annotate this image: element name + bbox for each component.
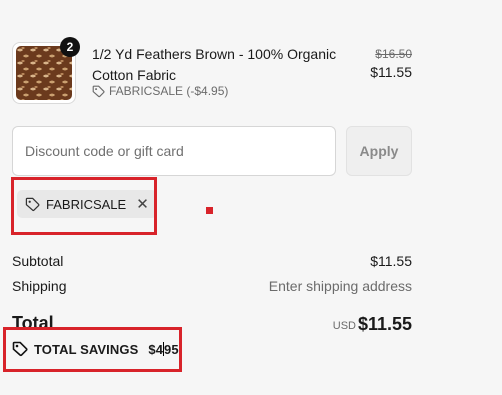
apply-button[interactable]: Apply: [346, 126, 412, 176]
currency-code: USD: [332, 320, 356, 332]
product-price: $11.55: [370, 64, 412, 80]
shipping-label: Shipping: [12, 278, 67, 294]
product-discount-label: FABRICSALE (-$4.95): [109, 84, 229, 98]
quantity-badge: 2: [60, 37, 80, 57]
tag-icon: [92, 85, 105, 97]
shipping-value: Enter shipping address: [268, 278, 412, 294]
highlight-marker: [206, 207, 213, 214]
subtotal-value: $11.55: [370, 253, 412, 269]
highlight-box-savings: [3, 327, 182, 372]
total-value: $11.55: [357, 314, 412, 334]
product-name: 1/2 Yd Feathers Brown - 100% Organic Cot…: [92, 46, 337, 83]
original-price: $16.50: [375, 47, 412, 61]
product-discount: FABRICSALE (-$4.95): [92, 84, 228, 98]
discount-code-input[interactable]: [12, 126, 336, 176]
subtotal-label: Subtotal: [12, 253, 64, 269]
highlight-box-discount: [11, 177, 157, 235]
